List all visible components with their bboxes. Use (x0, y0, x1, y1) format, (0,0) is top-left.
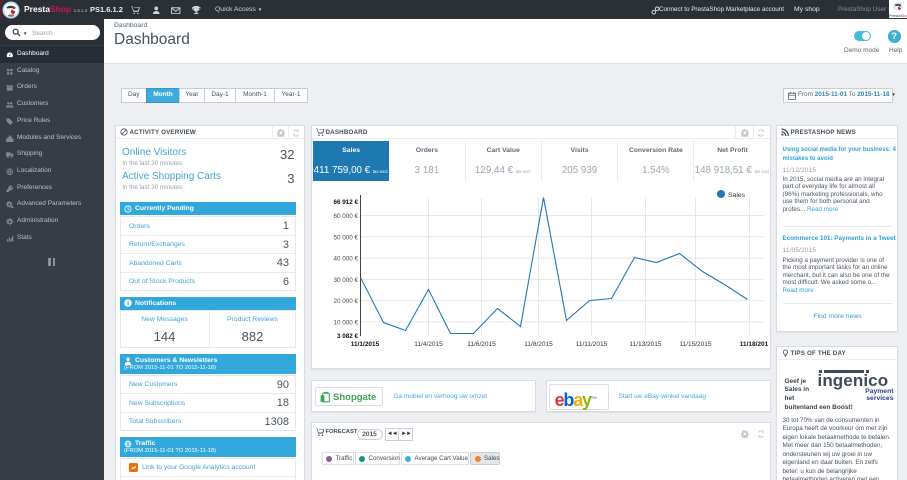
svg-text:40 000 €: 40 000 € (333, 255, 358, 262)
svg-text:66 912 €: 66 912 € (333, 199, 358, 206)
svg-text:11/8/2015: 11/8/2015 (524, 341, 553, 348)
svg-text:20 000 €: 20 000 € (333, 298, 358, 305)
svg-text:11/15/2015: 11/15/2015 (679, 341, 711, 348)
svg-text:30 000 €: 30 000 € (333, 276, 358, 283)
svg-text:3 082 €: 3 082 € (336, 333, 358, 340)
svg-text:11/11/2015: 11/11/2015 (575, 341, 607, 348)
svg-text:11/1/2015: 11/1/2015 (350, 341, 379, 348)
svg-text:60 000 €: 60 000 € (333, 213, 358, 220)
svg-text:10 000 €: 10 000 € (333, 319, 358, 326)
svg-text:11/6/2015: 11/6/2015 (467, 341, 496, 348)
svg-text:50 000 €: 50 000 € (333, 234, 358, 241)
svg-text:11/13/2015: 11/13/2015 (629, 341, 661, 348)
svg-text:11/18/201: 11/18/201 (739, 341, 768, 348)
svg-text:11/4/2015: 11/4/2015 (414, 341, 443, 348)
svg-text:Sales: Sales (728, 192, 746, 199)
